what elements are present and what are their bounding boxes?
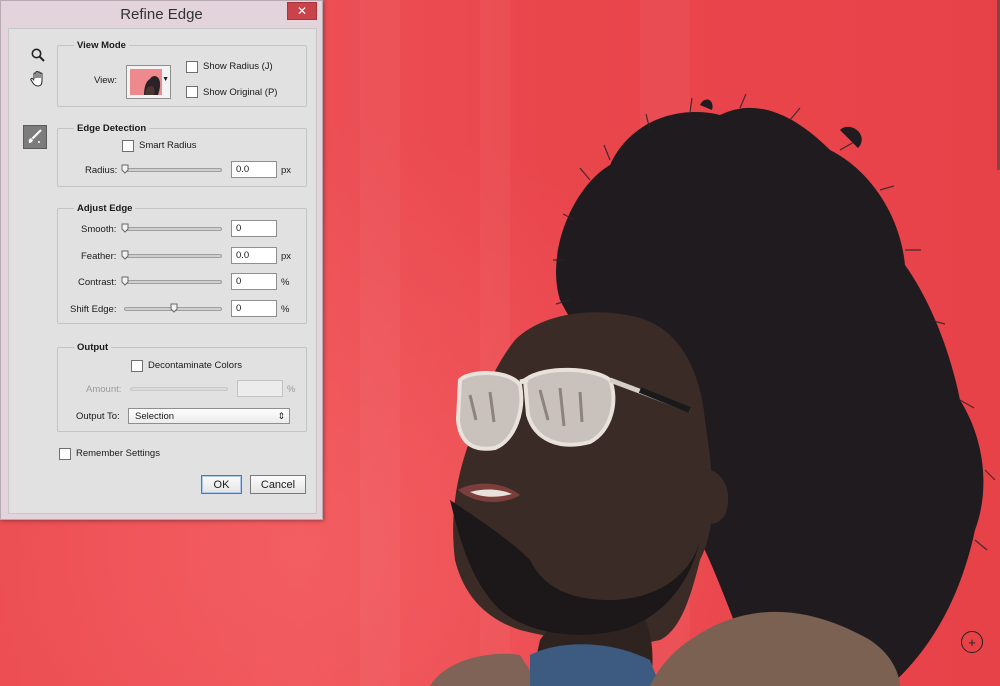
adjust-edge-title: Adjust Edge [74, 203, 136, 214]
show-radius-checkbox[interactable] [186, 61, 198, 73]
view-label: View: [94, 75, 118, 86]
close-button[interactable]: ✕ [287, 2, 317, 20]
slider-thumb-icon[interactable] [170, 303, 178, 313]
radius-input[interactable]: 0.0 [231, 161, 277, 178]
edge-detection-title: Edge Detection [74, 123, 150, 134]
smart-radius-checkbox[interactable] [122, 140, 134, 152]
zoom-tool-button[interactable] [26, 43, 50, 67]
decontaminate-colors-checkbox[interactable] [131, 360, 143, 372]
amount-label: Amount: [86, 384, 122, 395]
hand-tool-button[interactable] [26, 67, 50, 91]
refine-radius-brush-icon [28, 129, 42, 143]
shift-edge-input[interactable]: 0 [231, 300, 277, 317]
slider-thumb-icon[interactable] [121, 164, 129, 174]
view-mode-title: View Mode [74, 40, 129, 51]
ok-button[interactable]: OK [201, 475, 242, 494]
smooth-label: Smooth: [81, 224, 117, 235]
output-group: Output Decontaminate Colors Amount: % Ou… [57, 342, 307, 432]
cancel-button[interactable]: Cancel [250, 475, 306, 494]
shift-edge-unit: % [281, 304, 290, 315]
dialog-titlebar[interactable]: Refine Edge ✕ [1, 1, 322, 28]
decontaminate-colors-label: Decontaminate Colors [148, 360, 242, 371]
view-preview-thumbnail [130, 69, 162, 95]
contrast-unit: % [281, 277, 290, 288]
slider-thumb-icon[interactable] [121, 250, 129, 260]
show-original-checkbox[interactable] [186, 86, 198, 98]
output-to-value: Selection [135, 411, 175, 422]
slider-thumb-icon[interactable] [121, 276, 129, 286]
shift-edge-label: Shift Edge: [70, 304, 117, 315]
amount-input[interactable] [237, 380, 283, 397]
zoom-icon [31, 48, 45, 62]
view-mode-picker[interactable]: ▼ [126, 65, 171, 99]
radius-unit: px [281, 165, 292, 176]
select-arrows-icon: ⇕ [277, 411, 285, 421]
slider-thumb-icon[interactable] [121, 223, 129, 233]
zoom-in-cursor-icon: + [961, 631, 983, 653]
amount-slider[interactable] [130, 387, 228, 391]
edge-detection-group: Edge Detection Smart Radius Radius: 0.0 … [57, 123, 307, 187]
smooth-slider[interactable] [121, 223, 222, 233]
contrast-slider[interactable] [121, 276, 222, 286]
show-radius-label: Show Radius (J) [203, 61, 273, 72]
feather-slider[interactable] [121, 250, 222, 260]
smart-radius-label: Smart Radius [139, 140, 197, 151]
show-original-label: Show Original (P) [203, 87, 278, 98]
contrast-input[interactable]: 0 [231, 273, 277, 290]
shift-edge-slider[interactable] [124, 303, 222, 313]
dialog-title: Refine Edge [120, 6, 203, 23]
refine-radius-tool-button[interactable] [23, 125, 47, 149]
feather-label: Feather: [81, 251, 117, 262]
remember-settings-checkbox[interactable] [59, 448, 71, 460]
amount-unit: % [287, 384, 296, 395]
refine-edge-dialog: Refine Edge ✕ View Mode View: ▼ Show Rad… [0, 0, 323, 520]
close-icon: ✕ [296, 4, 308, 18]
hand-icon [30, 70, 43, 87]
output-to-label: Output To: [76, 411, 120, 422]
smooth-input[interactable]: 0 [231, 220, 277, 237]
feather-input[interactable]: 0.0 [231, 247, 277, 264]
radius-slider[interactable] [121, 164, 222, 174]
feather-unit: px [281, 251, 292, 262]
contrast-label: Contrast: [78, 277, 117, 288]
output-to-select[interactable]: Selection ⇕ [128, 408, 290, 424]
remember-settings-label: Remember Settings [76, 448, 160, 459]
chevron-down-icon: ▼ [162, 76, 169, 83]
output-title: Output [74, 342, 112, 353]
dialog-content: View Mode View: ▼ Show Radius (J) Show O… [8, 28, 317, 514]
view-mode-group: View Mode View: ▼ Show Radius (J) Show O… [57, 40, 307, 107]
radius-label: Radius: [85, 165, 118, 176]
adjust-edge-group: Adjust Edge Smooth: 0 Feather: 0.0 px Co… [57, 203, 307, 324]
